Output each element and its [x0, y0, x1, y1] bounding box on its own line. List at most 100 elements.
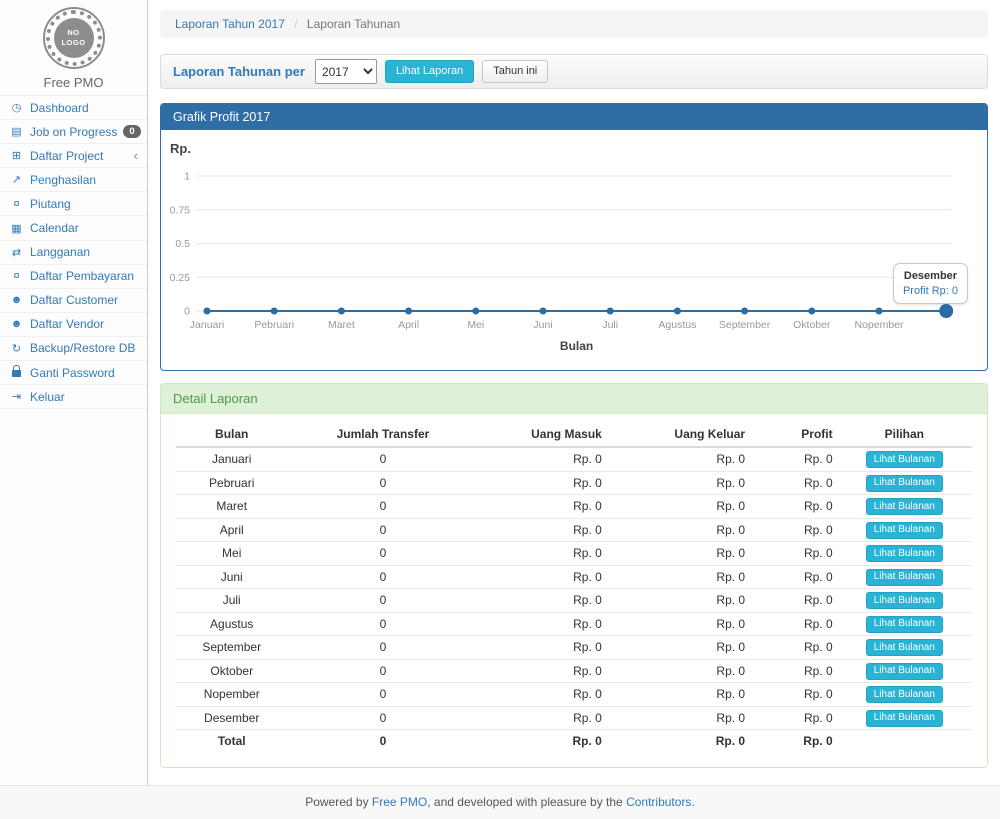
- sidebar-item-daftar-customer[interactable]: ☻Daftar Customer: [0, 289, 147, 313]
- breadcrumb-link-laporan-tahun[interactable]: Laporan Tahun 2017: [175, 17, 285, 31]
- lihat-bulanan-button[interactable]: Lihat Bulanan: [866, 522, 943, 539]
- chart-body: Rp. 00.250.50.751JanuariPebruariMaretApr…: [161, 130, 987, 370]
- cell-keluar: Rp. 0: [606, 471, 749, 495]
- data-point[interactable]: [808, 308, 815, 315]
- footer-text-middle: , and developed with pleasure by the: [427, 795, 626, 809]
- footer-link-free-pmo[interactable]: Free PMO: [372, 795, 427, 809]
- sidebar-item-job-on-progress[interactable]: ▤Job on Progress0: [0, 120, 147, 144]
- cell-bulan: Oktober: [176, 659, 287, 683]
- x-axis-label: Bulan: [560, 339, 593, 353]
- dashboard-icon: ◷: [9, 101, 24, 114]
- lihat-bulanan-button[interactable]: Lihat Bulanan: [866, 545, 943, 562]
- money-icon: ¤: [9, 270, 24, 282]
- cell-pilihan: Lihat Bulanan: [837, 565, 972, 589]
- cell-keluar: Rp. 0: [606, 730, 749, 753]
- data-point[interactable]: [472, 308, 479, 315]
- sidebar-item-backup-restore-db[interactable]: ↻Backup/Restore DB: [0, 337, 147, 361]
- data-point[interactable]: [540, 308, 547, 315]
- table-row: September0Rp. 0Rp. 0Rp. 0Lihat Bulanan: [176, 636, 972, 660]
- x-tick-label: April: [398, 319, 419, 331]
- sidebar-item-keluar[interactable]: ⇥Keluar: [0, 385, 147, 409]
- cell-masuk: Rp. 0: [478, 706, 605, 730]
- cell-masuk: Rp. 0: [478, 542, 605, 566]
- sidebar-item-label: Keluar: [30, 390, 65, 404]
- data-point[interactable]: [271, 308, 278, 315]
- cell-pilihan: Lihat Bulanan: [837, 589, 972, 613]
- footer-link-contributors[interactable]: Contributors: [626, 795, 691, 809]
- sidebar-item-label: Ganti Password: [30, 366, 115, 380]
- lihat-bulanan-button[interactable]: Lihat Bulanan: [866, 663, 943, 680]
- sidebar-item-daftar-pembayaran[interactable]: ¤Daftar Pembayaran: [0, 265, 147, 289]
- sidebar-item-ganti-password[interactable]: Ganti Password: [0, 361, 147, 385]
- cell-masuk: Rp. 0: [478, 612, 605, 636]
- cell-masuk: Rp. 0: [478, 565, 605, 589]
- lihat-bulanan-button[interactable]: Lihat Bulanan: [866, 498, 943, 515]
- cell-profit: Rp. 0: [749, 471, 837, 495]
- tasks-icon: ▤: [9, 125, 24, 138]
- sidebar-item-daftar-project[interactable]: ⊞Daftar Project‹: [0, 144, 147, 168]
- cell-bulan: April: [176, 518, 287, 542]
- x-tick-label: Nopember: [854, 319, 904, 331]
- lihat-bulanan-button[interactable]: Lihat Bulanan: [866, 569, 943, 586]
- year-select[interactable]: 2017: [315, 59, 377, 84]
- sidebar-item-piutang[interactable]: ¤Piutang: [0, 192, 147, 216]
- table-icon: ⊞: [9, 149, 24, 162]
- data-point[interactable]: [405, 308, 412, 315]
- cell-jumlah: 0: [287, 636, 478, 660]
- lihat-bulanan-button[interactable]: Lihat Bulanan: [866, 686, 943, 703]
- lihat-bulanan-button[interactable]: Lihat Bulanan: [866, 592, 943, 609]
- col-bulan: Bulan: [176, 422, 287, 447]
- lihat-bulanan-button[interactable]: Lihat Bulanan: [866, 710, 943, 727]
- cell-profit: Rp. 0: [749, 495, 837, 519]
- col-pilihan: Pilihan: [837, 422, 972, 447]
- sidebar: NO LOGO Free PMO ◷Dashboard▤Job on Progr…: [0, 0, 148, 785]
- sidebar-menu: ◷Dashboard▤Job on Progress0⊞Daftar Proje…: [0, 96, 147, 409]
- logo-gear-ring: [46, 10, 102, 66]
- tahun-ini-button[interactable]: Tahun ini: [482, 60, 548, 83]
- data-point[interactable]: [338, 308, 345, 315]
- cell-keluar: Rp. 0: [606, 683, 749, 707]
- data-point[interactable]: [876, 308, 883, 315]
- data-point[interactable]: [674, 308, 681, 315]
- lihat-laporan-button[interactable]: Lihat Laporan: [385, 60, 474, 83]
- lihat-bulanan-button[interactable]: Lihat Bulanan: [866, 475, 943, 492]
- count-badge: 0: [123, 125, 140, 139]
- lihat-bulanan-button[interactable]: Lihat Bulanan: [866, 639, 943, 656]
- cell-jumlah: 0: [287, 706, 478, 730]
- sidebar-item-dashboard[interactable]: ◷Dashboard: [0, 96, 147, 120]
- cell-bulan: September: [176, 636, 287, 660]
- table-total-row: Total0Rp. 0Rp. 0Rp. 0: [176, 730, 972, 753]
- y-tick-label: 0.75: [170, 204, 191, 216]
- cell-bulan: Juli: [176, 589, 287, 613]
- lihat-bulanan-button[interactable]: Lihat Bulanan: [866, 616, 943, 633]
- y-tick-label: 0.25: [170, 272, 191, 284]
- highlighted-data-point[interactable]: [939, 304, 953, 318]
- cell-bulan: Pebruari: [176, 471, 287, 495]
- sidebar-item-daftar-vendor[interactable]: ☻Daftar Vendor: [0, 313, 147, 337]
- table-row: Agustus0Rp. 0Rp. 0Rp. 0Lihat Bulanan: [176, 612, 972, 636]
- cell-jumlah: 0: [287, 518, 478, 542]
- chart-tooltip: Desember Profit Rp: 0: [893, 263, 968, 304]
- tooltip-value: Profit Rp: 0: [903, 285, 958, 297]
- filter-label: Laporan Tahunan per: [173, 64, 305, 79]
- data-point[interactable]: [607, 308, 614, 315]
- data-point[interactable]: [204, 308, 211, 315]
- x-tick-label: Januari: [190, 319, 224, 331]
- cell-bulan: Agustus: [176, 612, 287, 636]
- cell-jumlah: 0: [287, 730, 478, 753]
- sidebar-item-penghasilan[interactable]: ↗Penghasilan: [0, 168, 147, 192]
- lihat-bulanan-button[interactable]: Lihat Bulanan: [866, 451, 943, 468]
- x-tick-label: Agustus: [658, 319, 696, 331]
- cell-keluar: Rp. 0: [606, 542, 749, 566]
- cell-keluar: Rp. 0: [606, 589, 749, 613]
- sidebar-item-langganan[interactable]: ⇄Langganan: [0, 241, 147, 265]
- sidebar-item-calendar[interactable]: ▦Calendar: [0, 216, 147, 240]
- main-content: Laporan Tahun 2017 / Laporan Tahunan Lap…: [149, 0, 1000, 785]
- table-row: Nopember0Rp. 0Rp. 0Rp. 0Lihat Bulanan: [176, 683, 972, 707]
- data-point[interactable]: [741, 308, 748, 315]
- cell-jumlah: 0: [287, 542, 478, 566]
- cell-profit: Rp. 0: [749, 542, 837, 566]
- calendar-icon: ▦: [9, 222, 24, 235]
- cell-profit: Rp. 0: [749, 706, 837, 730]
- cell-masuk: Rp. 0: [478, 683, 605, 707]
